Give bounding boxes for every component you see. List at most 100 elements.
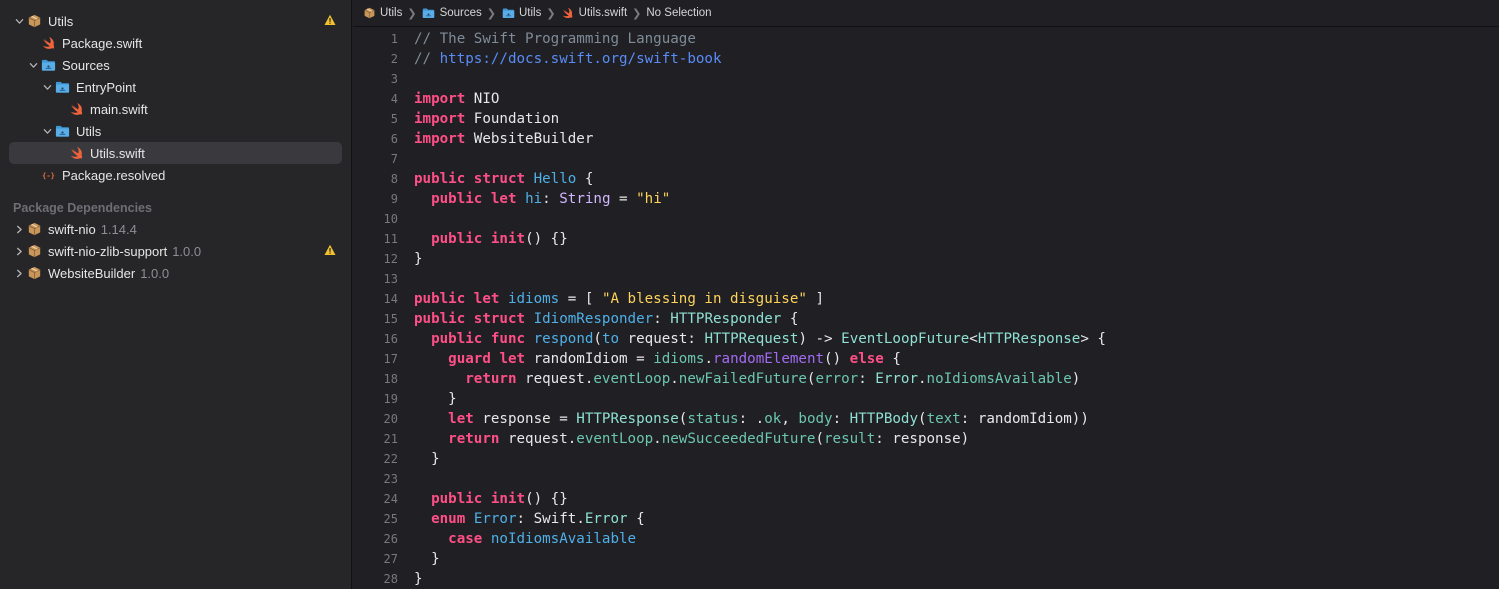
warning-icon[interactable] <box>324 14 336 26</box>
code-line: 8 public struct Hello { <box>353 169 1499 189</box>
line-number: 28 <box>383 572 398 586</box>
code-token: return <box>465 371 517 387</box>
code-token: let <box>473 291 500 307</box>
line-number: 17 <box>383 352 398 366</box>
folder-icon <box>54 79 70 95</box>
code-token: } <box>414 451 440 467</box>
code-line: 12} <box>353 249 1499 269</box>
chevron-down-icon[interactable] <box>40 124 54 138</box>
code-line: 23 <box>353 469 1499 489</box>
navigator-item-label: Utils <box>76 123 102 139</box>
chevron-right-icon[interactable] <box>12 266 26 280</box>
swift-file-icon <box>40 35 56 51</box>
line-number: 1 <box>390 32 398 46</box>
package-icon <box>26 13 42 29</box>
chevron-down-icon[interactable] <box>26 58 40 72</box>
code-text: public init() {} <box>414 229 568 249</box>
code-text: return request.eventLoop.newSucceededFut… <box>414 429 969 449</box>
chevron-right-icon[interactable] <box>12 222 26 236</box>
code-token: HTTPResponse <box>576 411 679 427</box>
code-line: 7 <box>353 149 1499 169</box>
line-number: 21 <box>383 432 398 446</box>
code-line: 25 enum Error: Swift.Error { <box>353 509 1499 529</box>
code-token: newFailedFuture <box>678 371 807 387</box>
code-token: : <box>542 191 560 207</box>
chevron-down-icon[interactable] <box>40 80 54 94</box>
warning-icon[interactable] <box>324 244 336 256</box>
chevron-down-icon[interactable] <box>12 14 26 28</box>
line-number: 2 <box>390 52 398 66</box>
code-token: { <box>781 311 799 327</box>
breadcrumb-item[interactable]: Utils <box>501 5 541 21</box>
navigator-item-utils-folder[interactable]: Utils <box>9 120 342 142</box>
code-line: 22 } <box>353 449 1499 469</box>
code-token: , <box>781 411 799 427</box>
line-number: 22 <box>383 452 398 466</box>
navigator-item-entrypoint-folder[interactable]: EntryPoint <box>9 76 342 98</box>
navigator-item-label: Sources <box>62 57 110 73</box>
navigator-item-utils-package[interactable]: Utils <box>9 10 342 32</box>
code-text: public struct Hello { <box>414 169 593 189</box>
code-token: HTTPBody <box>849 411 919 427</box>
code-token: Foundation <box>465 111 560 127</box>
code-token: eventLoop <box>576 431 654 447</box>
code-token: eventLoop <box>593 371 671 387</box>
navigator-item-package-resolved-file[interactable]: {-} Package.resolved <box>9 164 342 186</box>
line-number: 9 <box>390 192 398 206</box>
breadcrumb-separator-icon: ❯ <box>632 7 642 20</box>
code-token: public <box>431 231 483 247</box>
line-number: 5 <box>390 112 398 126</box>
code-token: ( <box>918 411 927 427</box>
line-number: 27 <box>383 552 398 566</box>
jump-bar: Utils ❯ Sources ❯ Utils ❯ Utils.swift ❯ No Selec… <box>353 0 1499 27</box>
code-text: } <box>414 449 440 469</box>
code-token: : randomIdiom)) <box>960 411 1089 427</box>
code-line: 26 case noIdiomsAvailable <box>353 529 1499 549</box>
dependency-item[interactable]: swift-nio 1.14.4 <box>9 218 342 240</box>
code-token: WebsiteBuilder <box>465 131 594 147</box>
code-editor[interactable]: 1 // The Swift Programming Language 2 // ht… <box>353 28 1499 589</box>
code-token: let <box>490 191 517 207</box>
line-number: 14 <box>383 292 398 306</box>
code-token: HTTPResponse <box>977 331 1081 347</box>
chevron-right-icon[interactable] <box>12 244 26 258</box>
code-token: public <box>414 311 466 327</box>
swift-file-icon <box>68 145 84 161</box>
breadcrumb-item[interactable]: Sources <box>422 5 482 21</box>
dependency-item[interactable]: swift-nio-zlib-support 1.0.0 <box>9 240 342 262</box>
line-number: 24 <box>383 492 398 506</box>
code-line: 15 public struct IdiomResponder: HTTPResp… <box>353 309 1499 329</box>
dependency-item[interactable]: WebsiteBuilder 1.0.0 <box>9 262 342 284</box>
breadcrumb-separator-icon: ❯ <box>407 7 417 20</box>
code-token: struct <box>473 171 526 187</box>
code-token: . <box>918 371 927 387</box>
code-text: enum Error: Swift.Error { <box>414 509 645 529</box>
code-token: : <box>858 371 876 387</box>
breadcrumb-item[interactable]: No Selection <box>646 7 711 19</box>
breadcrumb-item[interactable]: Utils <box>362 5 402 21</box>
code-token: import <box>414 131 466 147</box>
code-token: IdiomResponder <box>533 311 654 327</box>
navigator-item-main-swift-file[interactable]: main.swift <box>9 98 342 120</box>
code-token: import <box>414 111 466 127</box>
navigator-item-sources-folder[interactable]: Sources <box>9 54 342 76</box>
navigator-item-package-swift-file[interactable]: Package.swift <box>9 32 342 54</box>
code-token: } <box>414 571 423 587</box>
code-token: body <box>798 411 833 427</box>
code-line: 18 return request.eventLoop.newFailedFut… <box>353 369 1499 389</box>
breadcrumb-item[interactable]: Utils.swift <box>561 5 627 21</box>
line-number: 4 <box>390 92 398 106</box>
navigator-item-utils-swift-file[interactable]: Utils.swift <box>9 142 342 164</box>
line-number: 15 <box>383 312 398 326</box>
navigator-item-label: main.swift <box>90 101 148 117</box>
